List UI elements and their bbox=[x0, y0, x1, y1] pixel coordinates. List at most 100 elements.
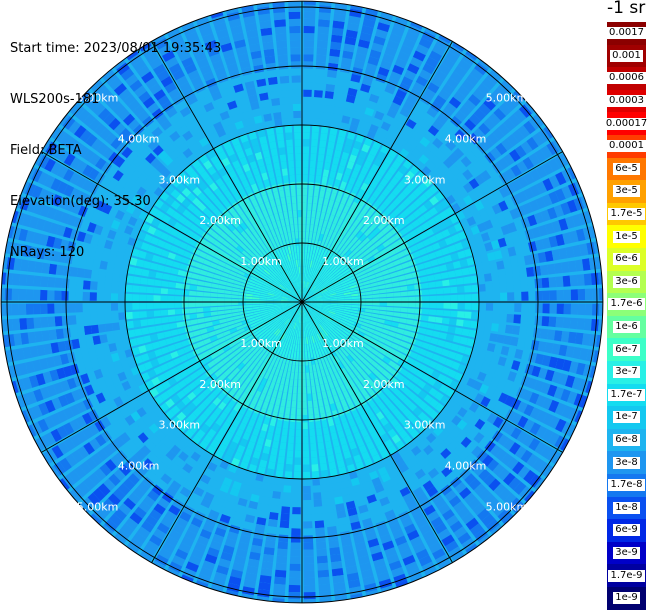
beta-gate bbox=[507, 292, 514, 301]
beta-gate bbox=[373, 302, 380, 305]
beta-gate bbox=[387, 303, 394, 307]
beta-gate bbox=[273, 591, 285, 599]
beta-gate bbox=[84, 326, 92, 336]
beta-gate bbox=[7, 334, 16, 347]
beta-gate bbox=[238, 302, 245, 305]
beta-gate bbox=[450, 287, 458, 294]
beta-gate bbox=[302, 366, 305, 373]
beta-gate bbox=[161, 317, 169, 323]
beta-gate bbox=[303, 160, 309, 167]
beta-gate bbox=[111, 293, 118, 301]
beta-gate bbox=[309, 429, 315, 437]
beta-gate bbox=[303, 196, 307, 203]
beta-gate bbox=[366, 299, 373, 302]
beta-gate bbox=[168, 316, 176, 322]
beta-gate bbox=[333, 582, 345, 591]
beta-gate bbox=[297, 401, 301, 408]
beta-gate bbox=[303, 486, 311, 493]
beta-gate bbox=[139, 295, 146, 302]
beta-gate bbox=[333, 21, 345, 30]
beta-gate bbox=[5, 319, 13, 331]
beta-gate bbox=[297, 394, 301, 401]
beta-gate bbox=[296, 415, 301, 422]
beta-gate bbox=[322, 112, 330, 120]
beta-gate bbox=[465, 303, 472, 310]
beta-gate bbox=[303, 451, 309, 458]
beta-gate bbox=[262, 489, 271, 497]
beta-gate bbox=[318, 442, 325, 450]
beta-gate bbox=[326, 519, 336, 527]
beta-gate bbox=[314, 90, 323, 98]
beta-gate bbox=[293, 486, 301, 493]
beta-gate bbox=[303, 514, 312, 521]
beta-gate bbox=[331, 561, 343, 569]
beta-gate bbox=[302, 224, 305, 231]
beta-gate bbox=[289, 578, 300, 585]
beta-gate bbox=[315, 528, 325, 536]
beta-gate bbox=[69, 279, 77, 289]
beta-gate bbox=[310, 161, 316, 169]
beta-gate bbox=[478, 284, 486, 292]
beta-gate bbox=[582, 333, 591, 345]
beta-gate bbox=[465, 294, 472, 301]
beta-gate bbox=[592, 304, 599, 316]
beta-gate bbox=[323, 105, 332, 113]
beta-gate bbox=[111, 283, 119, 291]
beta-gate bbox=[5, 304, 12, 316]
beta-gate bbox=[328, 533, 338, 541]
beta-gate bbox=[373, 298, 380, 301]
beta-gate bbox=[320, 133, 328, 141]
beta-gate bbox=[104, 313, 112, 321]
beta-gate bbox=[168, 309, 176, 315]
beta-gate bbox=[352, 299, 359, 301]
beta-gate bbox=[304, 40, 315, 47]
beta-gate bbox=[302, 352, 304, 359]
beta-gate bbox=[140, 319, 148, 326]
beta-gate bbox=[83, 292, 90, 301]
beta-gate bbox=[506, 281, 514, 290]
beta-gate bbox=[332, 568, 344, 576]
beta-gate bbox=[429, 309, 437, 315]
beta-gate bbox=[316, 542, 326, 550]
beta-gate bbox=[317, 563, 328, 571]
beta-gate bbox=[585, 289, 592, 301]
beta-gate bbox=[303, 415, 308, 422]
beta-gate bbox=[132, 312, 140, 319]
beta-gate bbox=[35, 331, 43, 343]
beta-gate bbox=[589, 334, 598, 347]
beta-gate bbox=[266, 533, 276, 541]
beta-gate bbox=[310, 443, 316, 451]
beta-gate bbox=[276, 563, 287, 571]
beta-gate bbox=[491, 272, 499, 281]
beta-gate bbox=[316, 62, 326, 70]
beta-gate bbox=[304, 47, 314, 54]
beta-gate bbox=[326, 84, 336, 92]
beta-gate bbox=[547, 329, 555, 340]
beta-gate bbox=[168, 303, 175, 308]
beta-gate bbox=[317, 556, 328, 564]
beta-gate bbox=[484, 273, 492, 281]
beta-gate bbox=[303, 521, 312, 528]
beta-gate bbox=[291, 528, 300, 535]
beta-gate bbox=[118, 284, 126, 292]
beta-gate bbox=[132, 294, 139, 301]
beta-gate bbox=[28, 332, 36, 344]
beta-gate bbox=[33, 317, 41, 328]
beta-gate bbox=[352, 302, 359, 304]
beta-gate bbox=[118, 303, 125, 310]
beta-gate bbox=[428, 316, 436, 322]
beta-gate bbox=[333, 575, 345, 584]
beta-gate bbox=[528, 279, 536, 289]
beta-gate bbox=[458, 303, 465, 310]
beta-gate bbox=[415, 303, 422, 308]
beta-gate bbox=[303, 408, 308, 415]
beta-gate bbox=[309, 415, 314, 423]
beta-gate bbox=[415, 290, 423, 295]
beta-gate bbox=[478, 312, 486, 320]
beta-gate bbox=[319, 591, 331, 599]
beta-gate bbox=[554, 263, 562, 274]
beta-gate bbox=[292, 401, 297, 408]
beta-gate bbox=[387, 298, 394, 302]
beta-gate bbox=[210, 298, 217, 302]
beta-gate bbox=[270, 505, 279, 513]
